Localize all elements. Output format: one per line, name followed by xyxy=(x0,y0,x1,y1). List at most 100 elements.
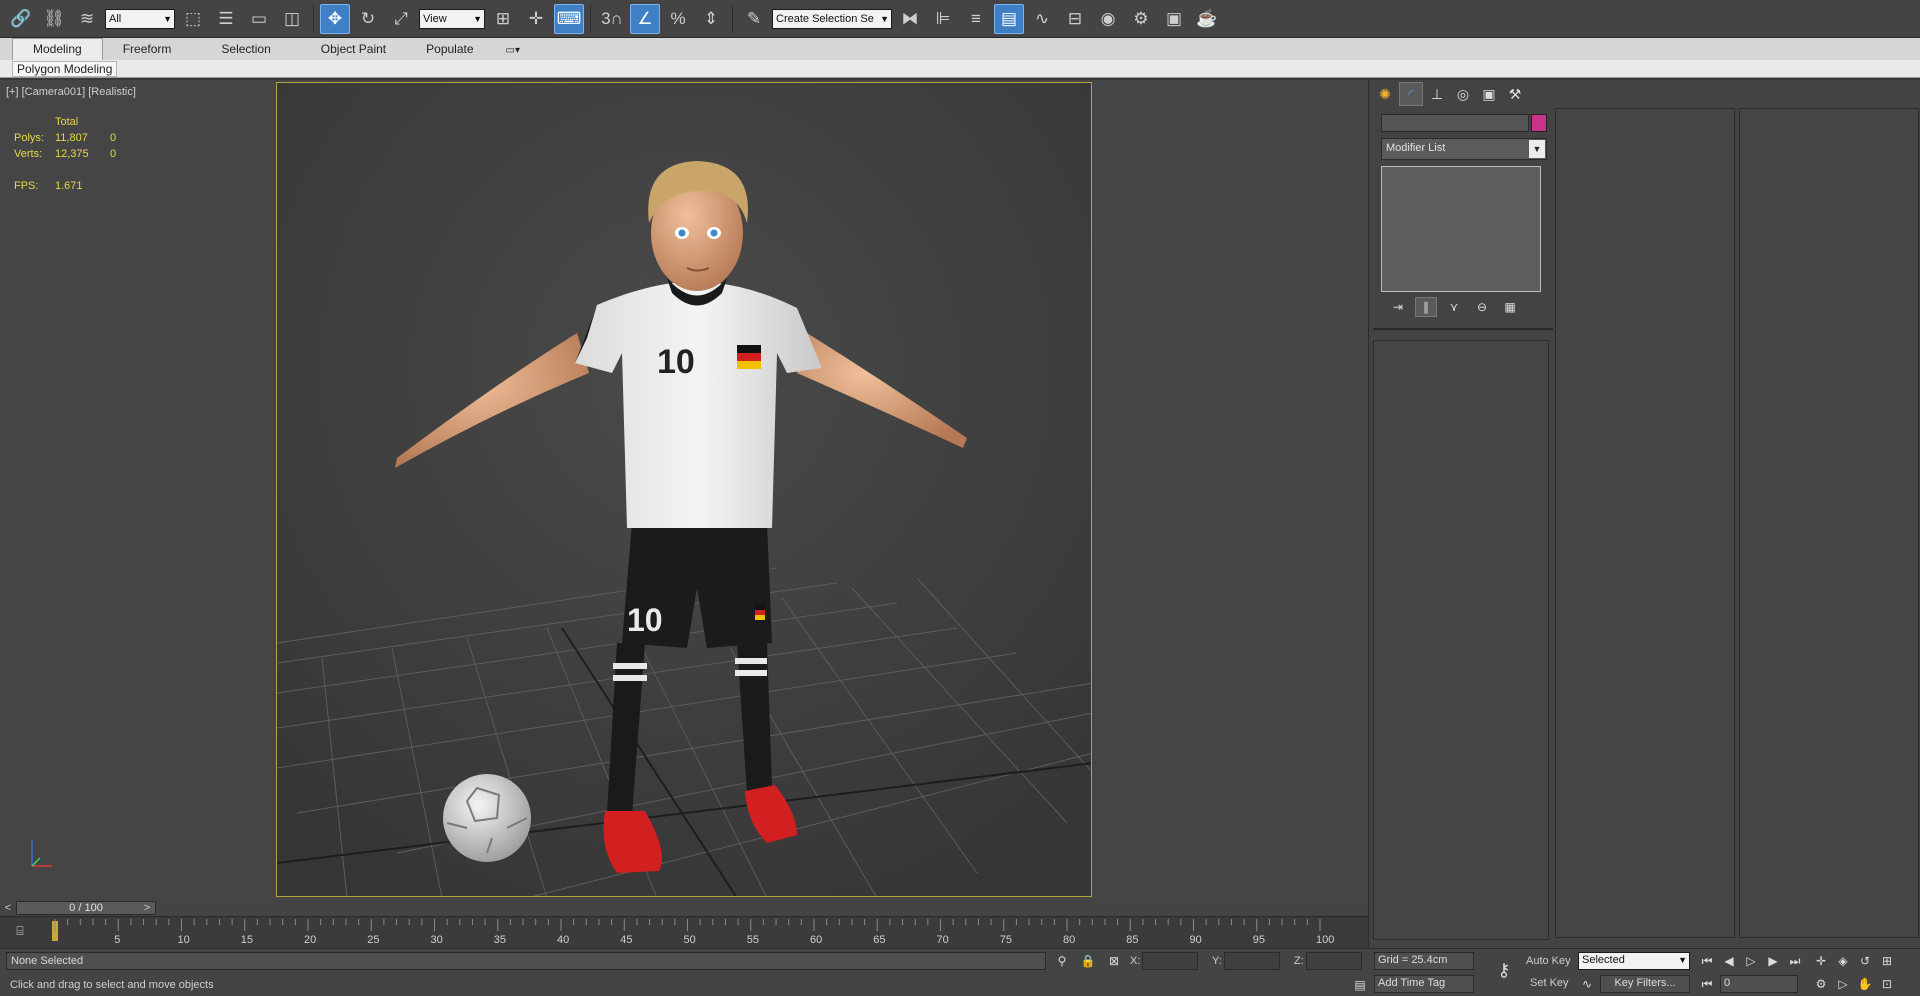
set-key-curve-icon[interactable]: ∿ xyxy=(1578,975,1596,993)
set-key-button[interactable]: Set Key xyxy=(1530,977,1569,989)
tab-populate[interactable]: Populate xyxy=(406,39,493,60)
key-mode-toggle-icon[interactable]: ⏮ xyxy=(1698,975,1716,993)
add-time-tag[interactable]: Add Time Tag xyxy=(1374,975,1474,993)
chevron-down-icon: ▼ xyxy=(1678,955,1687,965)
angle-snap-icon[interactable]: ∠ xyxy=(630,3,660,34)
modifier-stack[interactable] xyxy=(1381,166,1541,292)
show-end-result-icon[interactable]: ∥ xyxy=(1415,297,1437,317)
make-unique-icon[interactable]: ⋎ xyxy=(1443,297,1465,317)
rect-region-icon[interactable]: ▭ xyxy=(244,4,274,34)
go-to-start-icon[interactable]: ⏮ xyxy=(1698,952,1716,970)
timeline-tick-label: 55 xyxy=(747,934,759,946)
polygon-modeling-panel[interactable]: Polygon Modeling xyxy=(12,61,118,77)
go-to-end-icon[interactable]: ⏭ xyxy=(1786,952,1804,970)
play-icon[interactable]: ▷ xyxy=(1742,952,1760,970)
curve-editor-icon[interactable]: ∿ xyxy=(1027,4,1057,34)
snaps-icon[interactable]: 3 ∩ xyxy=(597,4,627,34)
y-coordinate-field[interactable] xyxy=(1224,952,1280,970)
object-name-field[interactable] xyxy=(1381,114,1529,132)
maximize-toggle-icon[interactable]: ⊞ xyxy=(1878,952,1896,970)
spinner-snap-icon[interactable]: ⇕ xyxy=(696,4,726,34)
key-mode-dropdown[interactable]: Selected ▼ xyxy=(1578,952,1690,970)
scene-explorer-icon[interactable]: ▤ xyxy=(994,3,1024,34)
bind-space-warp-icon[interactable]: ≋ xyxy=(72,4,102,34)
x-coordinate-field[interactable] xyxy=(1142,952,1198,970)
select-icon[interactable]: ⬚ xyxy=(178,4,208,34)
command-panel-tabs: ✺ ◜ ⊥ ◎ ▣ ⚒ xyxy=(1369,82,1561,108)
named-selection-dropdown[interactable]: Create Selection Se ▼ xyxy=(772,8,892,29)
select-rotate-icon[interactable]: ↻ xyxy=(353,4,383,34)
zoom-icon[interactable]: ✛ xyxy=(1812,952,1830,970)
absolute-mode-icon[interactable]: ⊠ xyxy=(1106,953,1122,969)
field-of-view-icon[interactable]: ▷ xyxy=(1834,975,1852,993)
remove-modifier-icon[interactable]: ⊖ xyxy=(1471,297,1493,317)
viewport[interactable]: [+] [Camera001] [Realistic] Total Polys:… xyxy=(0,80,1368,900)
object-color-swatch[interactable] xyxy=(1531,114,1547,132)
select-scale-icon[interactable]: ⤢ xyxy=(386,4,416,34)
timeline-tick-label: 45 xyxy=(620,934,632,946)
z-coordinate-field[interactable] xyxy=(1306,952,1362,970)
percent-snap-icon[interactable]: % xyxy=(663,4,693,34)
next-frame-icon[interactable]: ▶ xyxy=(1764,952,1782,970)
time-tag-icon[interactable]: ▤ xyxy=(1352,977,1368,993)
zoom-all-icon[interactable]: ◈ xyxy=(1834,952,1852,970)
grid-size: Grid = 25.4cm xyxy=(1374,952,1474,970)
motion-icon[interactable]: ◎ xyxy=(1451,82,1475,106)
rendered-frame-icon[interactable]: ▣ xyxy=(1159,4,1189,34)
timeline-tick-label: 50 xyxy=(684,934,696,946)
lock-icon[interactable]: 🔒 xyxy=(1080,953,1096,969)
scene-render: 10 10 xyxy=(277,83,1091,896)
tab-modeling[interactable]: Modeling xyxy=(12,38,103,60)
create-icon[interactable]: ✺ xyxy=(1373,82,1397,106)
viewport-label[interactable]: [+] [Camera001] [Realistic] xyxy=(6,86,136,98)
edit-named-sets-icon[interactable]: ✎ xyxy=(739,4,769,34)
auto-key-button[interactable]: Auto Key xyxy=(1526,955,1571,967)
select-move-icon[interactable]: ✥ xyxy=(320,3,350,34)
modifier-list-label: Modifier List xyxy=(1386,142,1446,154)
utilities-icon[interactable]: ⚒ xyxy=(1503,82,1527,106)
hierarchy-icon[interactable]: ⊥ xyxy=(1425,82,1449,106)
render-setup-icon[interactable]: ⚙ xyxy=(1126,4,1156,34)
keyboard-shortcut-icon[interactable]: ⌨ xyxy=(554,3,584,34)
pivot-icon[interactable]: ⊞ xyxy=(488,4,518,34)
schematic-view-icon[interactable]: ⊟ xyxy=(1060,4,1090,34)
jersey-number: 10 xyxy=(657,343,695,381)
modifier-list-dropdown[interactable]: Modifier List ▼ xyxy=(1381,138,1547,160)
configure-modifier-sets-icon[interactable]: ▦ xyxy=(1499,297,1521,317)
window-crossing-icon[interactable]: ◫ xyxy=(277,4,307,34)
current-frame-field[interactable]: 0 xyxy=(1720,975,1798,993)
select-by-name-icon[interactable]: ☰ xyxy=(211,4,241,34)
material-editor-icon[interactable]: ◉ xyxy=(1093,4,1123,34)
prev-frame-icon[interactable]: < xyxy=(1,901,15,915)
tab-selection[interactable]: Selection xyxy=(191,39,290,60)
panel-column-2 xyxy=(1555,108,1735,938)
tab-object-paint[interactable]: Object Paint xyxy=(291,39,406,60)
isolate-icon[interactable]: ⚲ xyxy=(1054,953,1070,969)
align-icon[interactable]: ⊫ xyxy=(928,4,958,34)
tab-freeform[interactable]: Freeform xyxy=(103,39,192,60)
display-icon[interactable]: ▣ xyxy=(1477,82,1501,106)
render-icon[interactable]: ☕ xyxy=(1192,4,1222,34)
ribbon-options-icon[interactable]: ▭▾ xyxy=(494,45,532,60)
selection-filter-dropdown[interactable]: All ▼ xyxy=(105,8,175,29)
manipulate-icon[interactable]: ✛ xyxy=(521,4,551,34)
pin-stack-icon[interactable]: ⇥ xyxy=(1387,297,1409,317)
key-icon[interactable]: ⚷ xyxy=(1490,961,1518,979)
mirror-icon[interactable]: ⧓ xyxy=(895,4,925,34)
time-config-icon[interactable]: ⚙ xyxy=(1812,975,1830,993)
modify-icon[interactable]: ◜ xyxy=(1399,82,1423,106)
next-frame-icon[interactable]: > xyxy=(140,901,154,915)
unlink-icon[interactable]: ⛓ xyxy=(39,4,69,34)
previous-frame-icon[interactable]: ◀ xyxy=(1720,952,1738,970)
track-bar[interactable]: ⌸ 5 10 15 20 25 30 35 40 45 50 55 60 65 70 75 80 85 90 95 1… xyxy=(0,916,1368,948)
key-filters-button[interactable]: Key Filters... xyxy=(1600,975,1690,993)
link-icon[interactable]: 🔗 xyxy=(6,4,36,34)
layer-explorer-icon[interactable]: ≡ xyxy=(961,4,991,34)
axis-tripod-icon xyxy=(31,840,52,867)
walk-through-icon[interactable]: ⊡ xyxy=(1878,975,1896,993)
ref-coord-dropdown[interactable]: View ▼ xyxy=(419,8,485,29)
time-slider[interactable]: 0 / 100 xyxy=(16,901,156,915)
orbit-icon[interactable]: ↺ xyxy=(1856,952,1874,970)
pan-icon[interactable]: ✋ xyxy=(1856,975,1874,993)
timeline-tick-label: 30 xyxy=(431,934,443,946)
